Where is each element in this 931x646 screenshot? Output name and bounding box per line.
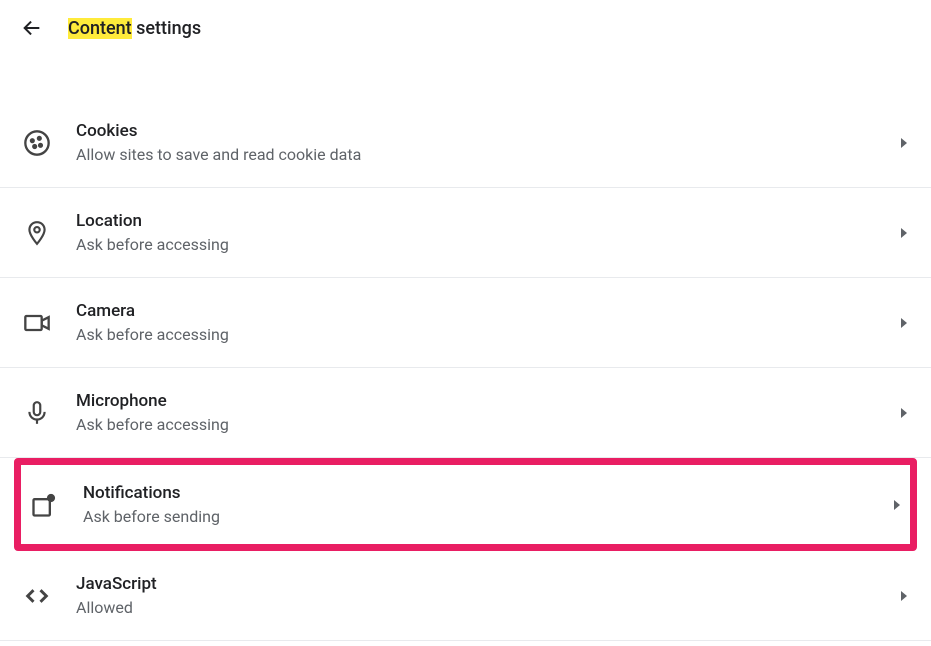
camera-icon [22,308,52,338]
setting-subtitle: Ask before accessing [76,325,899,344]
chevron-right-icon [899,223,909,242]
setting-row-camera[interactable]: Camera Ask before accessing [0,278,931,368]
setting-title: Notifications [83,483,892,503]
setting-subtitle: Allowed [76,598,899,617]
setting-subtitle: Ask before accessing [76,415,899,434]
setting-text: Notifications Ask before sending [83,483,892,526]
notifications-icon [29,490,59,520]
setting-title: Microphone [76,391,899,411]
chevron-right-icon [899,586,909,605]
setting-row-microphone[interactable]: Microphone Ask before accessing [0,368,931,458]
back-button[interactable] [20,16,44,40]
setting-text: Location Ask before accessing [76,211,899,254]
setting-subtitle: Allow sites to save and read cookie data [76,145,899,164]
setting-row-cookies[interactable]: Cookies Allow sites to save and read coo… [0,98,931,188]
microphone-icon [22,398,52,428]
setting-text: Cookies Allow sites to save and read coo… [76,121,899,164]
setting-text: Camera Ask before accessing [76,301,899,344]
setting-title: Location [76,211,899,231]
cookie-icon [22,128,52,158]
setting-title: Cookies [76,121,899,141]
chevron-right-icon [892,495,902,514]
page-title-highlight: Content [68,18,132,39]
chevron-right-icon [899,403,909,422]
chevron-right-icon [899,133,909,152]
page-header: Content settings [0,0,931,56]
location-icon [22,218,52,248]
chevron-right-icon [899,313,909,332]
setting-title: JavaScript [76,574,899,594]
setting-row-javascript[interactable]: JavaScript Allowed [0,551,931,641]
setting-row-location[interactable]: Location Ask before accessing [0,188,931,278]
setting-title: Camera [76,301,899,321]
arrow-left-icon [21,17,43,39]
setting-subtitle: Ask before accessing [76,235,899,254]
page-title: Content settings [68,18,201,39]
page-title-rest: settings [132,18,201,39]
setting-row-notifications[interactable]: Notifications Ask before sending [14,458,917,551]
setting-text: Microphone Ask before accessing [76,391,899,434]
setting-text: JavaScript Allowed [76,574,899,617]
settings-list: Cookies Allow sites to save and read coo… [0,98,931,641]
setting-subtitle: Ask before sending [83,507,892,526]
code-icon [22,581,52,611]
